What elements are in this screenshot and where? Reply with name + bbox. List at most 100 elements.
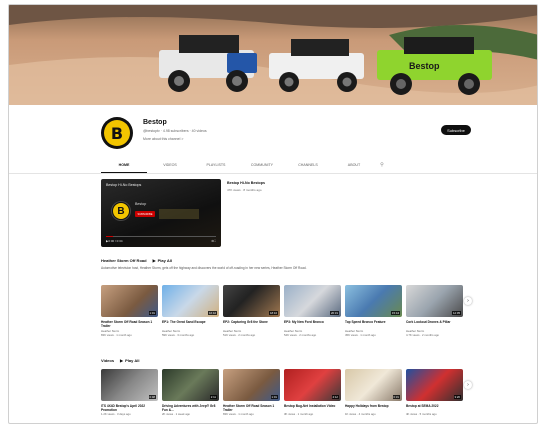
video-card[interactable]: 1:01 Heather Storm Off Road Season 1 Tra… (223, 369, 280, 416)
video-title[interactable]: Driving Adventures with Jeep® Gr8 Fun &.… (162, 404, 219, 412)
video-thumbnail[interactable]: 1:01 (223, 369, 280, 401)
video-thumbnail[interactable]: 1:01 (101, 285, 158, 317)
tabs-divider (9, 173, 537, 174)
tab-channels[interactable]: CHANNELS (285, 161, 331, 173)
video-title[interactable]: Heather Storm Off Road Season 1 Trailer (101, 320, 158, 328)
featured-logo-letter: B (113, 203, 129, 219)
video-thumbnail[interactable]: 20:31 (284, 285, 341, 317)
video-title[interactable]: Top Speed Bronco Feature (345, 320, 402, 328)
tab-about[interactable]: ABOUT (331, 161, 377, 173)
play-icon: ▶ (152, 258, 156, 263)
section-videos-header: Videos ▶ Play All (101, 358, 139, 363)
video-progress-bar[interactable] (106, 236, 216, 237)
section-title[interactable]: Videos (101, 358, 114, 363)
video-thumbnail[interactable]: 15:44 (345, 285, 402, 317)
video-card[interactable]: 0:48 ITS 4X4D Bestop's April 2022 Promot… (101, 369, 158, 416)
video-thumbnail[interactable]: 18:10 (223, 285, 280, 317)
video-row-heather-storm: 1:01 Heather Storm Off Road Season 1 Tra… (101, 285, 501, 337)
play-all-label: Play All (157, 258, 172, 263)
featured-overlay-graphic (159, 209, 199, 219)
video-duration: 1:01 (148, 311, 156, 315)
video-thumbnail[interactable]: 4:12 (284, 369, 341, 401)
channel-tabs: HOME VIDEOS PLAYLISTS COMMUNITY CHANNELS… (101, 161, 387, 173)
video-progress-fill (106, 236, 113, 237)
video-title[interactable]: EP2: Capturing Gr8 the Stone (223, 320, 280, 328)
channel-avatar[interactable]: B (101, 117, 133, 149)
channel-meta: @bestoptv · 4.98 subscribers · 40 videos (143, 129, 207, 133)
video-thumbnail[interactable]: 12:05 (406, 285, 463, 317)
video-controls: ▶ 0:00 / 0:34 ⚙ ⛶ (106, 239, 216, 244)
featured-overlay-title: Bestop Hi-No Bestops (106, 183, 142, 187)
video-meta: 54K views · 2 months ago (284, 333, 317, 337)
video-duration: 15:44 (391, 311, 400, 315)
play-icon: ▶ (120, 358, 124, 363)
video-duration: 16:42 (208, 311, 217, 315)
video-thumbnail[interactable]: 16:42 (162, 285, 219, 317)
video-thumbnail[interactable]: 0:31 (345, 369, 402, 401)
video-card[interactable]: 0:31 Happy Holidays from Bestop 1K views… (345, 369, 402, 416)
featured-info-meta: 47K views · 8 months ago (227, 188, 262, 192)
video-meta: 3K views · 1 month ago (284, 412, 314, 416)
channel-header: B Bestop @bestoptv · 4.98 subscribers · … (101, 117, 501, 157)
video-title[interactable]: ITS 4X4D Bestop's April 2022 Promotion (101, 404, 158, 412)
video-title[interactable]: Bestop Bug-Net Installation Video (284, 404, 341, 412)
play-all-button[interactable]: ▶ Play All (120, 358, 139, 363)
channel-more-link[interactable]: More about this channel > (143, 137, 183, 141)
video-card[interactable]: 12:05 Cork Lookout Drones & Pillar Heath… (406, 285, 463, 337)
featured-channel-label: Bestop (135, 202, 147, 206)
video-duration: 20:31 (330, 311, 339, 315)
video-title[interactable]: Heather Storm Off Road Season 1 Trailer (223, 404, 280, 412)
video-thumbnail[interactable]: 3:20 (406, 369, 463, 401)
video-meta: 83K views · 1 month ago (223, 412, 254, 416)
featured-video-player[interactable]: Bestop Hi-No Bestops B Bestop SUBSCRIBE … (101, 179, 221, 247)
video-title[interactable]: EP3: My New Ford Bronco (284, 320, 341, 328)
section-title[interactable]: Heather Storm Off Road (101, 258, 147, 263)
video-meta: 4.7K views · 2 months ago (406, 333, 439, 337)
video-card[interactable]: 18:10 EP2: Capturing Gr8 the Stone Heath… (223, 285, 280, 337)
video-meta: 2K views · 1 week ago (162, 412, 190, 416)
video-row-videos: 0:48 ITS 4X4D Bestop's April 2022 Promot… (101, 369, 501, 416)
tab-videos[interactable]: VIDEOS (147, 161, 193, 173)
video-card[interactable]: 20:31 EP3: My New Ford Bronco Heather St… (284, 285, 341, 337)
video-title[interactable]: Happy Holidays from Bestop (345, 404, 402, 412)
video-card[interactable]: 4:12 Bestop Bug-Net Installation Video 3… (284, 369, 341, 416)
tab-playlists[interactable]: PLAYLISTS (193, 161, 239, 173)
video-card[interactable]: 1:01 Heather Storm Off Road Season 1 Tra… (101, 285, 158, 337)
section-description: Automotive television host, Heather Stor… (101, 266, 307, 270)
video-meta: 83K views · 1 month ago (101, 333, 132, 337)
video-card[interactable]: 3:20 Bestop at SEMA 2022 4K views · 5 mo… (406, 369, 463, 416)
video-title[interactable]: Cork Lookout Drones & Pillar (406, 320, 463, 328)
section-heather-storm-header: Heather Storm Off Road ▶ Play All (101, 258, 172, 263)
channel-name: Bestop (143, 119, 167, 126)
video-meta: 45K views · 1 month ago (345, 333, 376, 337)
video-duration: 12:05 (452, 311, 461, 315)
video-duration: 0:31 (392, 395, 400, 399)
video-thumbnail[interactable]: 2:11 (162, 369, 219, 401)
video-meta: 4K views · 5 months ago (406, 412, 437, 416)
featured-info-title[interactable]: Bestop Hi-No Bestops (227, 181, 265, 185)
subscribe-button[interactable]: Subscribe (441, 125, 471, 135)
video-card[interactable]: 2:11 Driving Adventures with Jeep® Gr8 F… (162, 369, 219, 416)
video-meta: 51K views · 2 months ago (223, 333, 256, 337)
video-card[interactable]: 15:44 Top Speed Bronco Feature Heather S… (345, 285, 402, 337)
featured-channel-logo: B (111, 201, 131, 221)
tab-home[interactable]: HOME (101, 161, 147, 173)
svg-text:Bestop: Bestop (409, 61, 440, 71)
video-title[interactable]: Bestop at SEMA 2022 (406, 404, 463, 412)
video-duration: 3:20 (453, 395, 461, 399)
channel-logo-letter: B (104, 120, 130, 146)
video-time: 0:00 / 0:34 (108, 239, 123, 243)
video-title[interactable]: EP1: The Great Sand Escape (162, 320, 219, 328)
featured-subscribe-button[interactable]: SUBSCRIBE (135, 211, 155, 217)
video-duration: 0:48 (148, 395, 156, 399)
chevron-right-icon[interactable]: › (464, 297, 472, 305)
fullscreen-icon[interactable]: ⛶ (214, 239, 216, 244)
play-all-button[interactable]: ▶ Play All (153, 258, 172, 263)
search-icon[interactable]: ⚲ (377, 161, 387, 173)
chevron-right-icon[interactable]: › (464, 381, 472, 389)
tab-community[interactable]: COMMUNITY (239, 161, 285, 173)
video-duration: 18:10 (269, 311, 278, 315)
video-duration: 4:12 (331, 395, 339, 399)
video-card[interactable]: 16:42 EP1: The Great Sand Escape Heather… (162, 285, 219, 337)
video-thumbnail[interactable]: 0:48 (101, 369, 158, 401)
